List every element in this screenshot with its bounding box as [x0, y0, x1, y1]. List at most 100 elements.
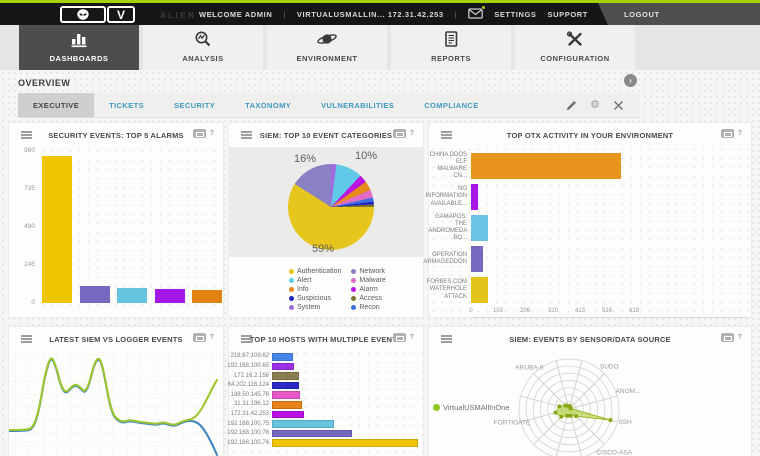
panel-drag-handle-icon[interactable]: [241, 335, 252, 344]
bar-chart-top5-alarms: 980 735 490 245 0: [9, 145, 223, 317]
x-axis-tick: 413: [574, 308, 585, 314]
legend-dot: [289, 296, 294, 301]
gear-icon[interactable]: ⚙: [590, 99, 600, 111]
hbar-row-label: NO INFORMATION AVAILABLE...: [425, 186, 468, 207]
tab-security[interactable]: SECURITY: [159, 93, 230, 117]
panel-title: TOP OTX ACTIVITY IN YOUR ENVIRONMENT: [506, 131, 674, 140]
x-axis-tick: 619: [628, 308, 639, 314]
nav-tab-dashboards[interactable]: DASHBOARDS: [19, 25, 139, 75]
legend-item: Recon: [351, 303, 385, 312]
fullscreen-icon[interactable]: [613, 100, 624, 111]
legend-label: VirtualUSMAllInOne: [443, 403, 510, 412]
legend-item: Alert: [289, 276, 341, 285]
x-axis-tick: 516: [601, 308, 612, 314]
legend-dot: [351, 305, 357, 310]
logout-link[interactable]: LOGOUT: [624, 10, 660, 19]
tab-executive[interactable]: EXECUTIVE: [18, 93, 95, 117]
alienvault-logo[interactable]: V: [60, 5, 142, 23]
panel-help-button[interactable]: ?: [738, 130, 742, 137]
welcome-text: WELCOME ADMIN: [198, 9, 273, 19]
messages-button[interactable]: [468, 4, 487, 21]
panel-drag-handle-icon[interactable]: [21, 335, 32, 344]
legend-dot: [351, 278, 357, 283]
panel-help-button[interactable]: ?: [210, 334, 214, 341]
support-link[interactable]: SUPPORT: [548, 10, 588, 19]
hbar-row-label: CHINA DDOS ELF MALWARE CN...: [429, 151, 467, 180]
hbar-row-label: 192.168.100.74: [227, 439, 269, 446]
panel-drag-handle-icon[interactable]: [441, 131, 452, 140]
panel-header: SECURITY EVENTS: TOP 5 ALARMS ?: [9, 123, 223, 145]
legend-label: Malware: [359, 277, 386, 284]
dashboard-actions: ⚙: [566, 93, 640, 117]
panel-events-by-sensor: SIEM: EVENTS BY SENSOR/DATA SOURCE ? ALI…: [428, 326, 752, 456]
legend-label: Alert: [297, 277, 312, 284]
panel-drag-handle-icon[interactable]: [441, 335, 452, 344]
tab-vulnerabilities[interactable]: VULNERABILITIES: [306, 93, 409, 117]
analysis-magnifier-icon: [143, 30, 263, 48]
nav-tab-label: ENVIRONMENT: [296, 54, 358, 63]
radar-legend[interactable]: VirtualUSMAllInOne: [433, 403, 510, 412]
appliance-host[interactable]: VIRTUALUSMALLIN... 172.31.42.253: [297, 10, 444, 19]
panel-drag-handle-icon[interactable]: [241, 131, 252, 140]
bar: [471, 184, 478, 210]
nav-tab-label: REPORTS: [431, 54, 471, 63]
panel-header: TOP 10 HOSTS WITH MULTIPLE EVENTS ?: [229, 327, 423, 349]
settings-link[interactable]: SETTINGS: [494, 10, 536, 19]
bar: [272, 353, 293, 361]
hbar-row-label: 198.50.145.76: [230, 391, 269, 398]
panel-popout-icon[interactable]: [192, 129, 206, 138]
panel-popout-icon[interactable]: [392, 333, 406, 342]
x-axis-line: [471, 317, 747, 318]
panel-popout-icon[interactable]: [720, 333, 734, 342]
panel-help-button[interactable]: ?: [210, 130, 214, 137]
y-axis-tick: 0: [31, 299, 35, 306]
panel-top10-hosts: TOP 10 HOSTS WITH MULTIPLE EVENTS ? 218.…: [227, 326, 424, 456]
panel-popout-icon[interactable]: [192, 333, 206, 342]
y-axis-tick: 490: [24, 223, 35, 230]
edit-pencil-icon[interactable]: [566, 100, 577, 111]
bar: [154, 289, 185, 303]
panel-popout-icon[interactable]: [720, 129, 734, 138]
bar: [272, 362, 294, 371]
planet-icon: [267, 30, 387, 48]
legend-dot: [433, 404, 440, 411]
x-axis-tick: 103: [492, 308, 503, 314]
panel-drag-handle-icon[interactable]: [21, 131, 32, 140]
legend-dot: [289, 305, 294, 310]
hbar-row-label: 218.87.109.62: [230, 353, 269, 360]
line-chart-siem-vs-logger: [7, 349, 225, 456]
radar-axis-label: ARUBA-6: [515, 364, 544, 371]
logout-slab: LOGOUT: [598, 3, 760, 25]
nav-tab-configuration[interactable]: CONFIGURATION: [515, 25, 635, 70]
panel-title: SIEM: EVENTS BY SENSOR/DATA SOURCE: [509, 335, 671, 344]
hbar-row-label: 172.31.42.253: [230, 411, 269, 417]
pie-percent-label: 59%: [311, 243, 335, 255]
hbar-row-label: OPERATION ARMAGEDDON: [423, 251, 467, 265]
panel-popout-icon[interactable]: [392, 129, 406, 138]
tab-compliance[interactable]: COMPLIANCE: [409, 93, 493, 117]
tab-taxonomy[interactable]: TAXONOMY: [230, 93, 306, 117]
panel-help-button[interactable]: ?: [410, 130, 414, 137]
nav-tab-analysis[interactable]: ANALYSIS: [143, 25, 263, 70]
legend-label: Recon: [359, 304, 380, 311]
nav-tab-reports[interactable]: REPORTS: [391, 25, 511, 70]
bar: [272, 410, 304, 419]
panel-title: LATEST SIEM VS LOGGER EVENTS: [49, 335, 183, 344]
panel-help-button[interactable]: ?: [738, 334, 742, 341]
tab-tickets[interactable]: TICKETS: [94, 93, 159, 117]
hbar-chart-otx-activity: CHINA DDOS ELF MALWARE CN... NO INFORMATI…: [423, 145, 751, 318]
legend-label: Network: [359, 268, 386, 275]
bar: [192, 290, 222, 303]
legend-dot: [289, 278, 294, 283]
panel-help-button[interactable]: ?: [410, 334, 414, 341]
legend-item: System: [289, 303, 341, 312]
legend-item: Authentication: [289, 267, 341, 276]
nav-tab-environment[interactable]: ENVIRONMENT: [267, 25, 387, 70]
dashboard-help-button[interactable]: ›: [624, 74, 637, 87]
bar: [471, 215, 488, 241]
hbar-chart-top-hosts: 218.87.109.62 192.168.100.65 172.16.2.156 6…: [227, 349, 423, 456]
bar: [272, 420, 334, 428]
alienvault-dashboard: V ALIEN VAULT WELCOME ADMIN | VIRTUALUSM…: [0, 0, 760, 456]
nav-tab-label: DASHBOARDS: [49, 54, 109, 63]
line-chart-svg: [7, 349, 225, 456]
